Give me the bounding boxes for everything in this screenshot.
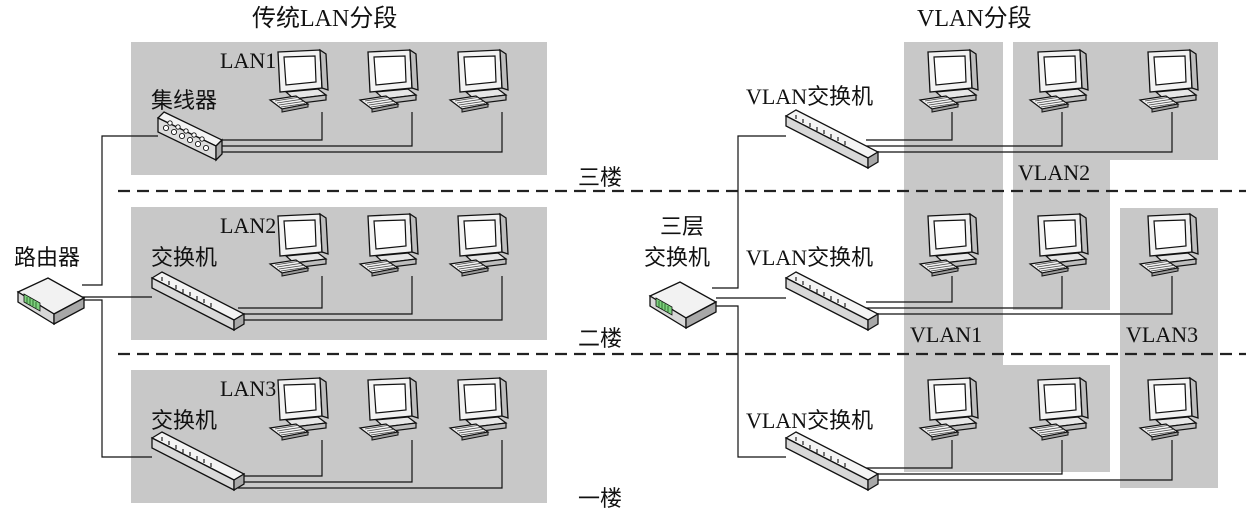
switch3-label: 交换机 — [151, 408, 217, 433]
hub-label: 集线器 — [151, 88, 217, 113]
lan1-label: LAN1 — [220, 48, 276, 73]
vlan-switch-icon-1f — [785, 431, 879, 491]
router-icon — [17, 277, 85, 325]
vlan3-label: VLAN3 — [1126, 322, 1198, 347]
vlan-switch-icon-3f — [785, 109, 879, 169]
floor-label-2f: 二楼 — [578, 326, 622, 351]
left-title: 传统LAN分段 — [252, 5, 397, 32]
lan3-label: LAN3 — [220, 376, 276, 401]
vlan-switch-label-3f: VLAN交换机 — [746, 84, 873, 109]
l3-switch-label-line1: 三层 — [660, 214, 704, 239]
l3-switch-label-line2: 交换机 — [644, 245, 710, 270]
vlan2-label: VLAN2 — [1018, 160, 1090, 185]
network-diagram: 传统LAN分段 LAN1 LAN2 LAN3 集线器 交换机 交换机 路由器 V… — [14, 5, 1246, 511]
floor-label-3f: 三楼 — [578, 165, 622, 190]
lan2-label: LAN2 — [220, 213, 276, 238]
vlan-switch-icon-2f — [785, 271, 879, 331]
floor-label-1f: 一楼 — [578, 486, 622, 511]
switch2-label: 交换机 — [151, 245, 217, 270]
vlan1-label: VLAN1 — [910, 322, 982, 347]
right-title: VLAN分段 — [917, 5, 1032, 32]
router-label: 路由器 — [14, 245, 80, 270]
layer3-switch-icon — [649, 281, 717, 329]
vlan-switch-label-2f: VLAN交换机 — [746, 245, 873, 270]
vlan-switch-label-1f: VLAN交换机 — [746, 408, 873, 433]
